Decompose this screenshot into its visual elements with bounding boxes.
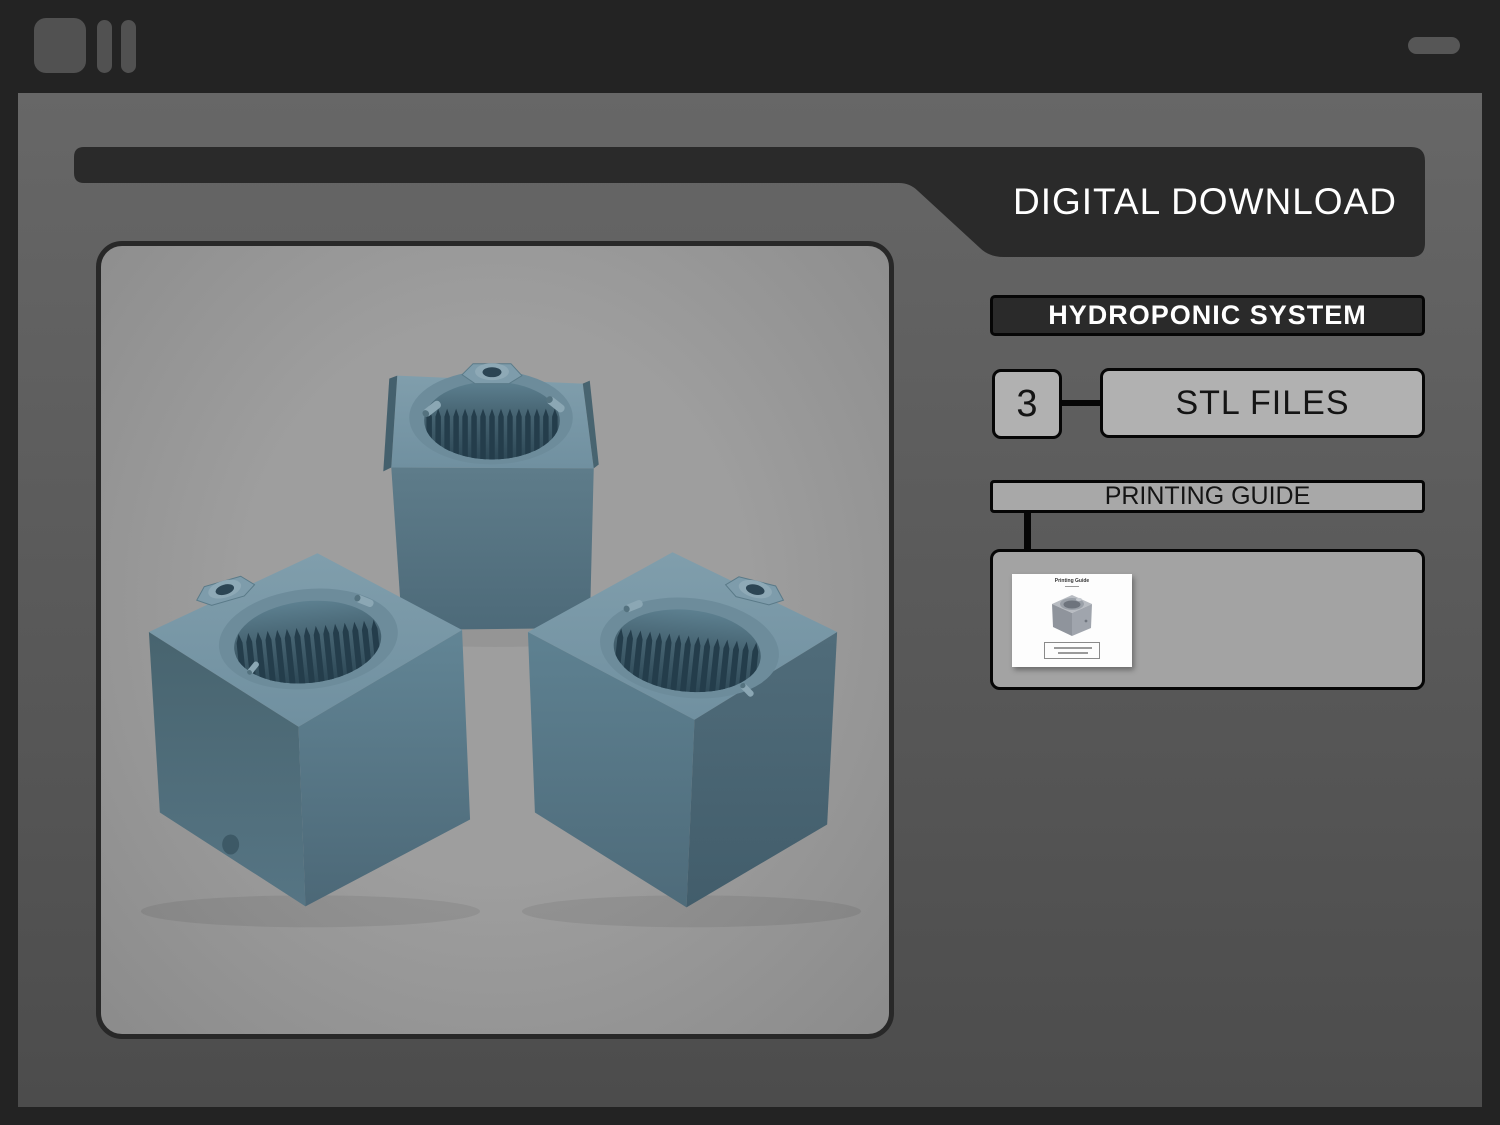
app-bar-icon[interactable] — [97, 20, 112, 73]
app-square-icon[interactable] — [34, 18, 86, 73]
page-title: DIGITAL DOWNLOAD — [1013, 181, 1397, 222]
connector-line-vertical — [1024, 513, 1031, 551]
guide-thumbnail: Printing Guide — [1012, 574, 1132, 667]
guide-thumbnail-caption-box — [1044, 642, 1100, 659]
stl-files-box: STL FILES — [1100, 368, 1425, 438]
caption-text-line — [1054, 647, 1092, 649]
caption-text-line — [1058, 652, 1088, 654]
guide-thumbnail-title: Printing Guide — [1054, 578, 1090, 584]
guide-thumbnail-cube-image — [1052, 595, 1092, 636]
product-title-bar: HYDROPONIC SYSTEM — [990, 295, 1425, 336]
planters-render — [140, 362, 862, 928]
printing-guide-bar: PRINTING GUIDE — [990, 480, 1425, 513]
connector-line-horizontal — [1062, 400, 1102, 406]
page: { "topbar": { "icons": ["app-square-icon… — [0, 0, 1500, 1125]
product-render-image — [96, 241, 894, 1039]
minimize-pill-icon[interactable] — [1408, 37, 1460, 54]
app-bar-icon[interactable] — [121, 20, 136, 73]
planter-cube-back — [383, 362, 599, 631]
guide-thumbnail-subtitle-line — [1065, 586, 1079, 587]
drain-hole — [222, 834, 240, 855]
file-count-box: 3 — [992, 369, 1062, 439]
